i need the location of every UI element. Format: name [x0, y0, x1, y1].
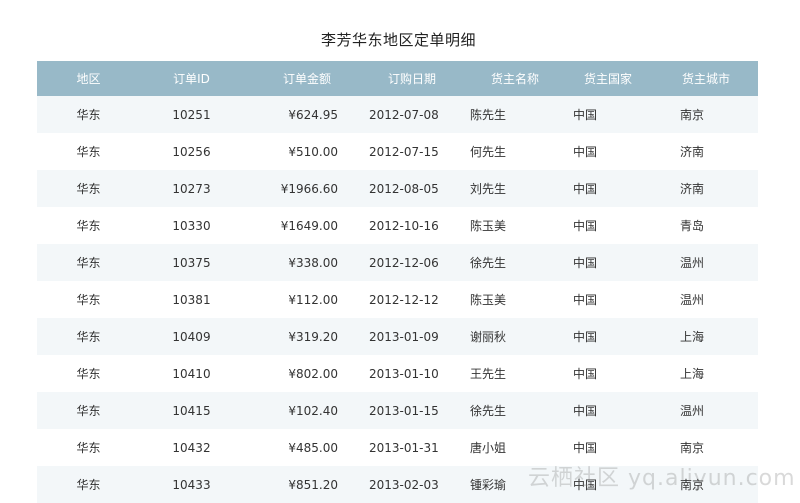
cell-shipper-name: 徐先生: [470, 404, 507, 418]
cell-shipper-name: 徐先生: [470, 256, 507, 270]
cell-region: 华东: [76, 293, 101, 307]
table-row[interactable]: 华东 10251 ¥624.95 2012-07-08 陈先生 中国 南京: [37, 96, 758, 133]
cell-order-date: 2012-12-06: [369, 255, 439, 270]
cell-order-date: 2012-08-05: [369, 181, 439, 196]
column-header-order-date[interactable]: 订购日期: [359, 61, 456, 96]
cell-order-id: 10375: [172, 255, 211, 270]
cell-order-date: 2012-10-16: [369, 218, 439, 233]
cell-order-id: 10330: [172, 218, 211, 233]
table-header: 地区 订单ID 订单金额 订购日期 货主名称 货主国家 货主城市: [37, 61, 758, 96]
cell-region: 华东: [76, 478, 101, 492]
table-row[interactable]: 华东 10273 ¥1966.60 2012-08-05 刘先生 中国 济南: [37, 170, 758, 207]
order-table-container: 地区 订单ID 订单金额 订购日期 货主名称 货主国家 货主城市 华东 10251…: [37, 61, 758, 503]
header-row: 地区 订单ID 订单金额 订购日期 货主名称 货主国家 货主城市: [37, 61, 758, 96]
cell-order-amount: ¥1649.00: [280, 218, 338, 233]
table-body: 华东 10251 ¥624.95 2012-07-08 陈先生 中国 南京 华东 10256 ¥5…: [37, 96, 758, 503]
cell-order-date: 2013-01-31: [369, 440, 439, 455]
table-row[interactable]: 华东 10330 ¥1649.00 2012-10-16 陈玉美 中国 青岛: [37, 207, 758, 244]
cell-order-id: 10273: [172, 181, 211, 196]
cell-order-amount: ¥802.00: [288, 366, 338, 381]
column-header-region[interactable]: 地区: [37, 61, 140, 96]
cell-shipper-name: 陈先生: [470, 108, 507, 122]
table-row[interactable]: 华东 10375 ¥338.00 2012-12-06 徐先生 中国 温州: [37, 244, 758, 281]
cell-shipper-city: 温州: [680, 404, 705, 418]
cell-order-amount: ¥510.00: [288, 144, 338, 159]
cell-order-amount: ¥102.40: [288, 403, 338, 418]
cell-shipper-name: 刘先生: [470, 182, 507, 196]
cell-shipper-city: 青岛: [680, 219, 705, 233]
cell-shipper-country: 中国: [573, 145, 598, 159]
cell-shipper-country: 中国: [573, 367, 598, 381]
cell-shipper-country: 中国: [573, 219, 598, 233]
cell-order-amount: ¥851.20: [288, 477, 338, 492]
cell-shipper-country: 中国: [573, 182, 598, 196]
cell-order-id: 10410: [172, 366, 211, 381]
table-row[interactable]: 华东 10409 ¥319.20 2013-01-09 谢丽秋 中国 上海: [37, 318, 758, 355]
cell-region: 华东: [76, 145, 101, 159]
table-row[interactable]: 华东 10410 ¥802.00 2013-01-10 王先生 中国 上海: [37, 355, 758, 392]
cell-shipper-country: 中国: [573, 256, 598, 270]
cell-order-date: 2013-02-03: [369, 477, 439, 492]
cell-shipper-city: 上海: [680, 367, 705, 381]
cell-shipper-country: 中国: [573, 293, 598, 307]
cell-order-date: 2012-07-08: [369, 107, 439, 122]
cell-region: 华东: [76, 219, 101, 233]
cell-order-id: 10433: [172, 477, 211, 492]
cell-region: 华东: [76, 441, 101, 455]
table-row[interactable]: 华东 10256 ¥510.00 2012-07-15 何先生 中国 济南: [37, 133, 758, 170]
cell-order-amount: ¥624.95: [288, 107, 338, 122]
watermark-logo: 云栖社区 yq.aliyun.com: [528, 466, 796, 491]
cell-region: 华东: [76, 108, 101, 122]
cell-shipper-country: 中国: [573, 330, 598, 344]
cell-order-date: 2012-07-15: [369, 144, 439, 159]
cell-region: 华东: [76, 367, 101, 381]
cell-order-date: 2013-01-09: [369, 329, 439, 344]
cell-order-date: 2012-12-12: [369, 292, 439, 307]
column-header-order-amount[interactable]: 订单金额: [243, 61, 359, 96]
cell-order-amount: ¥1966.60: [280, 181, 338, 196]
column-header-order-id[interactable]: 订单ID: [140, 61, 243, 96]
cell-region: 华东: [76, 182, 101, 196]
table-row[interactable]: 华东 10381 ¥112.00 2012-12-12 陈玉美 中国 温州: [37, 281, 758, 318]
cell-region: 华东: [76, 330, 101, 344]
cell-shipper-city: 济南: [680, 182, 705, 196]
cell-shipper-name: 谢丽秋: [470, 330, 507, 344]
table-row[interactable]: 华东 10415 ¥102.40 2013-01-15 徐先生 中国 温州: [37, 392, 758, 429]
cell-shipper-name: 陈玉美: [470, 293, 507, 307]
cell-order-id: 10256: [172, 144, 211, 159]
cell-order-id: 10251: [172, 107, 211, 122]
cell-shipper-name: 何先生: [470, 145, 507, 159]
cell-order-id: 10409: [172, 329, 211, 344]
cell-shipper-city: 济南: [680, 145, 705, 159]
column-header-shipper-city[interactable]: 货主城市: [662, 61, 758, 96]
cell-shipper-name: 陈玉美: [470, 219, 507, 233]
cell-order-amount: ¥112.00: [288, 292, 338, 307]
cell-shipper-city: 温州: [680, 256, 705, 270]
cell-shipper-city: 上海: [680, 330, 705, 344]
cell-shipper-country: 中国: [573, 108, 598, 122]
cell-order-id: 10381: [172, 292, 211, 307]
cell-region: 华东: [76, 256, 101, 270]
cell-order-id: 10415: [172, 403, 211, 418]
cell-shipper-city: 南京: [680, 108, 705, 122]
cell-order-id: 10432: [172, 440, 211, 455]
cell-shipper-country: 中国: [573, 404, 598, 418]
cell-order-amount: ¥319.20: [288, 329, 338, 344]
cell-shipper-name: 王先生: [470, 367, 507, 381]
cell-order-date: 2013-01-15: [369, 403, 439, 418]
cell-order-date: 2013-01-10: [369, 366, 439, 381]
report-title: 李芳华东地区定单明细: [320, 31, 476, 49]
cell-order-amount: ¥485.00: [288, 440, 338, 455]
column-header-shipper-name[interactable]: 货主名称: [456, 61, 559, 96]
cell-region: 华东: [76, 404, 101, 418]
order-detail-table: 地区 订单ID 订单金额 订购日期 货主名称 货主国家 货主城市 华东 10251…: [37, 61, 758, 503]
cell-shipper-city: 温州: [680, 293, 705, 307]
column-header-shipper-country[interactable]: 货主国家: [559, 61, 662, 96]
cell-order-amount: ¥338.00: [288, 255, 338, 270]
